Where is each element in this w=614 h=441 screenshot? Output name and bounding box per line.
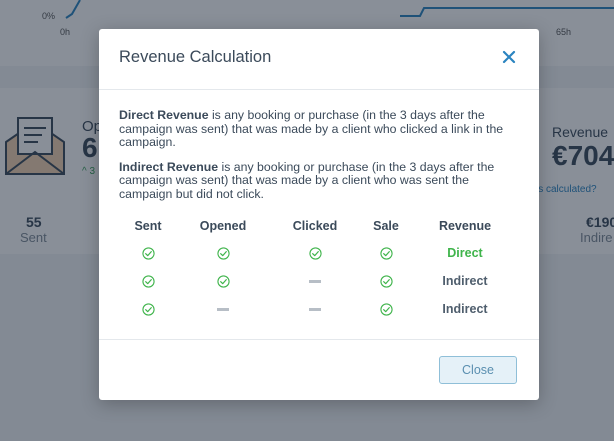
cell-opened <box>177 295 269 323</box>
table-row: Indirect <box>119 267 519 295</box>
table-header-row: Sent Opened Clicked Sale Revenue <box>119 213 519 239</box>
cell-clicked <box>269 267 361 295</box>
close-button[interactable]: Close <box>439 356 517 384</box>
close-icon[interactable] <box>501 49 517 65</box>
indirect-revenue-term: Indirect Revenue <box>119 159 219 174</box>
cell-sent <box>119 239 177 267</box>
header-sent: Sent <box>134 219 162 233</box>
check-circle-icon <box>379 275 393 288</box>
header-clicked: Clicked <box>292 219 338 233</box>
dialog-title: Revenue Calculation <box>119 48 272 66</box>
cell-clicked <box>269 239 361 267</box>
check-circle-icon <box>216 247 230 260</box>
cell-sale <box>361 267 411 295</box>
header-revenue: Revenue <box>438 219 492 233</box>
header-sale: Sale <box>373 219 399 233</box>
cell-opened <box>177 239 269 267</box>
check-circle-icon <box>379 247 393 260</box>
dialog-header: Revenue Calculation <box>99 29 539 90</box>
dash-icon <box>309 280 321 284</box>
direct-revenue-term: Direct Revenue <box>119 108 209 122</box>
check-circle-icon <box>379 303 393 316</box>
cell-sale <box>361 239 411 267</box>
revenue-type: Direct <box>447 246 483 260</box>
check-circle-icon <box>216 275 230 288</box>
revenue-calculation-dialog: Revenue Calculation Direct Revenue is an… <box>99 29 539 400</box>
table-row: Direct <box>119 239 519 267</box>
cell-sale <box>361 295 411 323</box>
revenue-type: Indirect <box>442 274 488 288</box>
cell-sent <box>119 267 177 295</box>
cell-revenue: Indirect <box>411 295 519 323</box>
cell-revenue: Indirect <box>411 267 519 295</box>
dialog-footer: Close <box>99 339 539 401</box>
check-circle-icon <box>141 303 155 316</box>
cell-opened <box>177 267 269 295</box>
dash-icon <box>217 308 229 312</box>
direct-revenue-definition: Direct Revenue is any booking or purchas… <box>119 108 523 150</box>
dash-icon <box>309 308 321 312</box>
revenue-type: Indirect <box>442 302 488 316</box>
check-circle-icon <box>308 247 322 260</box>
cell-revenue: Direct <box>411 239 519 267</box>
indirect-revenue-definition: Indirect Revenue is any booking or purch… <box>119 159 523 202</box>
header-opened: Opened <box>199 219 247 233</box>
check-circle-icon <box>141 247 155 260</box>
revenue-matrix-table: Sent Opened Clicked Sale Revenue Direct I… <box>119 213 519 323</box>
check-circle-icon <box>141 275 155 288</box>
cell-clicked <box>269 295 361 323</box>
table-row: Indirect <box>119 295 519 323</box>
dialog-body: Direct Revenue is any booking or purchas… <box>119 108 523 212</box>
cell-sent <box>119 295 177 323</box>
